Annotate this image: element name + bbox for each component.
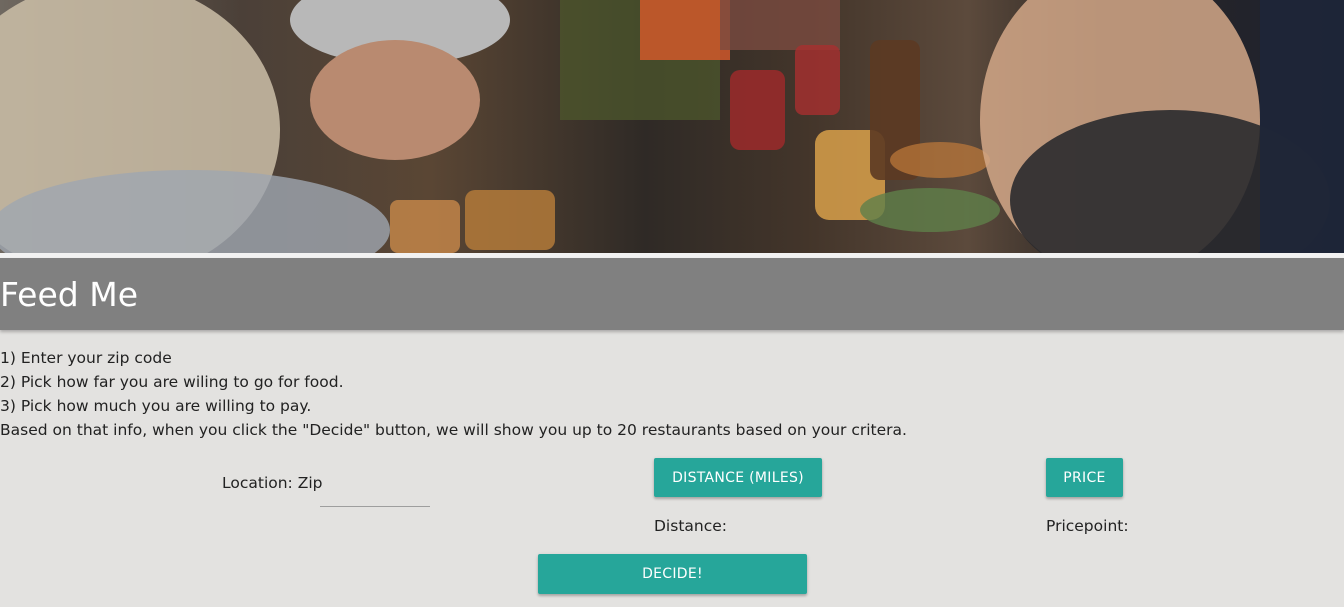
instructions: 1) Enter your zip code 2) Pick how far y… xyxy=(0,346,907,442)
instruction-line-4: Based on that info, when you click the "… xyxy=(0,421,907,439)
instruction-line-2: 2) Pick how far you are wiling to go for… xyxy=(0,373,344,391)
location-zip-label: Location: Zip xyxy=(222,474,323,492)
distance-button[interactable]: DISTANCE (MILES) xyxy=(654,458,822,497)
page-title: Feed Me xyxy=(0,275,138,314)
pricepoint-label: Pricepoint: xyxy=(1046,517,1129,535)
zip-input[interactable] xyxy=(320,468,430,507)
instruction-line-3: 3) Pick how much you are willing to pay. xyxy=(0,397,312,415)
instruction-line-1: 1) Enter your zip code xyxy=(0,349,172,367)
hero-image xyxy=(0,0,1344,253)
restaurant-dining-photo-icon xyxy=(0,0,1344,253)
distance-label: Distance: xyxy=(654,517,727,535)
header-banner: Feed Me xyxy=(0,258,1344,330)
decide-button[interactable]: DECIDE! xyxy=(538,554,807,594)
price-button[interactable]: PRICE xyxy=(1046,458,1123,497)
